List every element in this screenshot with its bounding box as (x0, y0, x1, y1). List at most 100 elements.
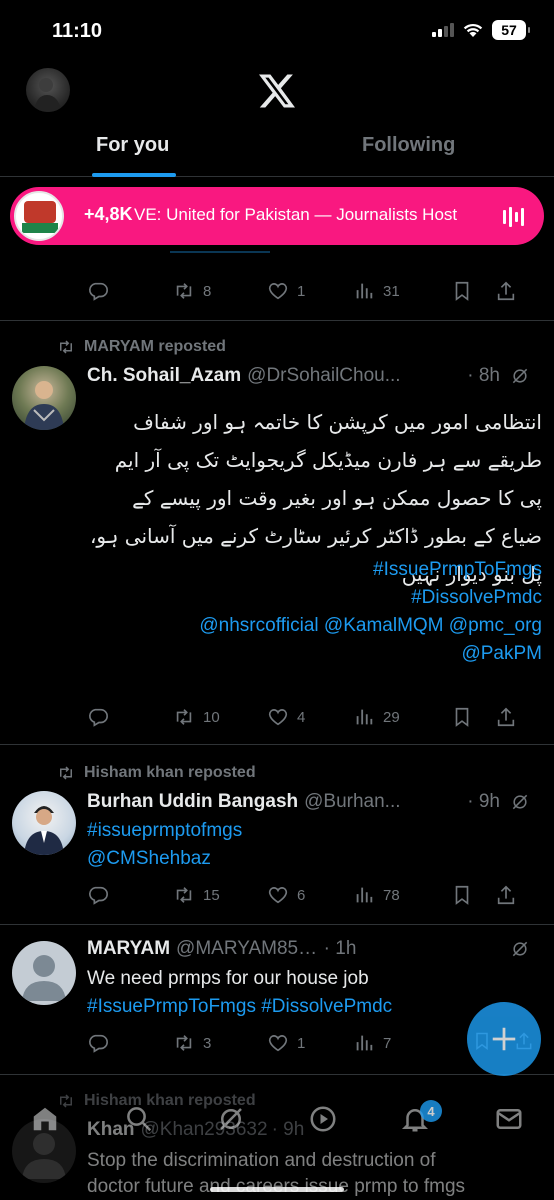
messages-icon[interactable] (494, 1104, 524, 1134)
tweet-time: · 8h (467, 365, 500, 386)
tweet-partial[interactable]: 8 1 31 (0, 245, 554, 321)
tweet-text: We need prmps for our house job (87, 968, 369, 989)
bookmark-button[interactable] (451, 884, 495, 906)
retweet-button[interactable]: 8 (173, 280, 267, 302)
retweet-icon (60, 340, 72, 354)
live-listener-count: +4,8K (84, 204, 133, 224)
timeline-header: For you Following (0, 62, 554, 177)
home-indicator[interactable] (210, 1187, 344, 1192)
space-host-logo (14, 191, 64, 241)
avatar[interactable] (12, 791, 76, 855)
display-name[interactable]: Ch. Sohail_Azam (87, 365, 241, 387)
tab-following[interactable]: Following (362, 134, 455, 157)
bookmark-button[interactable] (451, 706, 495, 728)
share-icon (497, 707, 515, 727)
x-logo-icon[interactable] (259, 74, 295, 108)
tweet-header: MARYAM @MARYAM85571 · 1h (87, 938, 530, 960)
views-button[interactable]: 78 (353, 884, 451, 906)
user-handle[interactable]: @MARYAM85571 (176, 938, 320, 960)
user-photo-icon (24, 806, 64, 855)
user-photo-icon (24, 381, 64, 430)
mention-link[interactable]: @CMShehbaz (87, 846, 542, 872)
bookmark-icon (455, 885, 469, 905)
reply-button[interactable] (87, 884, 173, 906)
retweet-icon (176, 709, 192, 725)
share-button[interactable] (495, 280, 519, 302)
status-time: 11:10 (52, 20, 103, 42)
live-space-banner[interactable]: +4,8K VE: United for Pakistan — Journali… (10, 187, 544, 245)
tweet-time: · 9h (467, 791, 500, 812)
tweet-item[interactable]: Hisham khan reposted Burhan Uddin Bangas… (0, 745, 554, 925)
retweet-icon (176, 283, 192, 299)
tweet-actions: 8 1 31 (87, 279, 539, 303)
tweet-time: · 1h (323, 938, 357, 959)
reply-button[interactable] (87, 1032, 173, 1054)
retweet-icon (176, 887, 192, 903)
tab-for-you[interactable]: For you (96, 134, 169, 157)
heart-icon (268, 709, 288, 726)
tweet-header: Burhan Uddin Bangash @Burhan... · 9h (87, 791, 530, 813)
avatar[interactable] (12, 941, 76, 1005)
reply-button[interactable] (87, 280, 173, 302)
signal-icon (432, 23, 454, 37)
communities-icon[interactable] (308, 1104, 338, 1134)
hashtag-link[interactable]: #DissolvePmdc (87, 585, 542, 611)
retweet-icon (60, 766, 72, 780)
views-button[interactable]: 31 (353, 280, 451, 302)
wifi-icon (463, 23, 483, 37)
views-button[interactable]: 29 (353, 706, 451, 728)
mention-links[interactable]: @nhsrcofficial @KamalMQM @pmc_org (87, 613, 542, 639)
mention-link[interactable]: @PakPM (87, 641, 542, 667)
hashtag-link[interactable]: #IssuePrmpToFmgs (87, 557, 542, 583)
home-icon[interactable] (30, 1104, 60, 1134)
retweet-button[interactable]: 10 (173, 706, 267, 728)
search-icon[interactable] (124, 1104, 154, 1134)
views-icon (356, 283, 373, 299)
tweet-actions: 10 4 29 (87, 705, 539, 729)
like-button[interactable]: 1 (267, 1032, 353, 1054)
hashtag-link[interactable]: #issueprmptofmgs (87, 818, 542, 844)
repost-indicator: Hisham khan reposted (56, 764, 256, 782)
reply-icon (89, 1034, 108, 1053)
bookmark-button[interactable] (451, 280, 495, 302)
views-button[interactable]: 7 (353, 1032, 451, 1054)
reply-icon (89, 282, 108, 301)
reply-icon (89, 708, 108, 727)
reply-button[interactable] (87, 706, 173, 728)
retweet-button[interactable]: 3 (173, 1032, 267, 1054)
heart-icon (268, 887, 288, 904)
default-avatar-icon (22, 955, 66, 1001)
user-handle[interactable]: @DrSohailChou... (247, 365, 463, 387)
display-name[interactable]: Burhan Uddin Bangash (87, 791, 298, 813)
active-tab-indicator (92, 173, 176, 177)
display-name[interactable]: MARYAM (87, 938, 170, 960)
bottom-navigation: 4 (0, 1082, 554, 1200)
heart-icon (268, 283, 288, 300)
tweet-item[interactable]: MARYAM reposted Ch. Sohail_Azam @DrSohai… (0, 321, 554, 745)
share-icon (497, 885, 515, 905)
profile-avatar[interactable] (26, 68, 70, 112)
avatar-photo-icon (34, 78, 62, 112)
retweet-button[interactable]: 15 (173, 884, 267, 906)
bookmark-icon (455, 281, 469, 301)
user-handle[interactable]: @Burhan... (304, 791, 463, 813)
share-button[interactable] (495, 706, 519, 728)
avatar[interactable] (12, 366, 76, 430)
share-button[interactable] (495, 884, 519, 906)
like-button[interactable]: 1 (267, 280, 353, 302)
battery-indicator: 57 (492, 20, 530, 40)
grok-icon[interactable] (510, 792, 530, 812)
audio-wave-icon (503, 207, 524, 227)
status-icons: 57 (432, 20, 530, 40)
compose-button[interactable] (467, 1002, 541, 1076)
share-icon (497, 281, 515, 301)
grok-icon[interactable] (510, 366, 530, 386)
like-button[interactable]: 4 (267, 706, 353, 728)
tweet-actions: 15 6 78 (87, 883, 539, 907)
notifications-badge: 4 (420, 1100, 442, 1122)
bookmark-icon (455, 707, 469, 727)
like-button[interactable]: 6 (267, 884, 353, 906)
live-space-title: VE: United for Pakistan — Journalists Ho… (134, 205, 458, 224)
grok-icon[interactable] (216, 1104, 246, 1134)
grok-icon[interactable] (510, 939, 530, 959)
